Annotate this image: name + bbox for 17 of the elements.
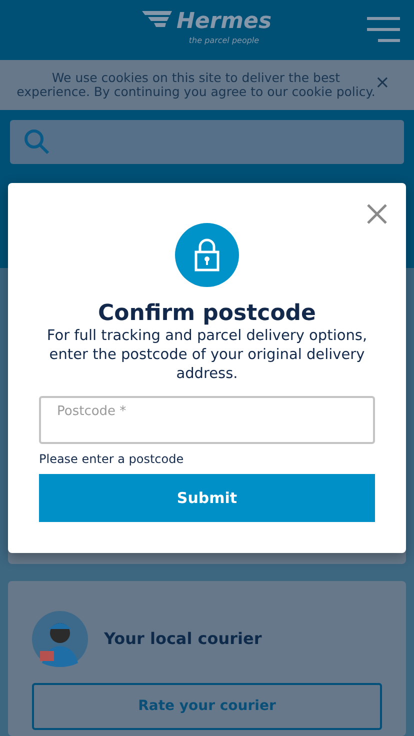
modal-title: Confirm postcode (97, 301, 317, 328)
rate-courier-button[interactable]: Rate your courier (32, 683, 382, 730)
submit-button[interactable]: Submit (39, 474, 375, 522)
logo-wordmark[interactable]: Hermes (176, 11, 272, 33)
courier-avatar (32, 611, 88, 667)
postcode-field[interactable]: Postcode * (39, 396, 375, 444)
search-icon (24, 129, 50, 155)
close-button[interactable] (366, 201, 388, 225)
stripes-icon (142, 11, 172, 27)
cookie-message: We use cookies on this site to deliver the best experience. By continuing you agree to our cookie policy. (16, 70, 376, 100)
error-message: Please enter a postcode (39, 450, 185, 468)
modal-description: For full tracking and parcel delivery options, enter the postcode of your original delivery address. (46, 327, 368, 384)
close-button[interactable]: × (374, 74, 390, 92)
menu-icon[interactable] (367, 17, 400, 42)
search-field[interactable] (10, 120, 404, 164)
logo-tagline: the parcel people (188, 37, 260, 45)
courier-heading: Your local courier (104, 628, 262, 650)
